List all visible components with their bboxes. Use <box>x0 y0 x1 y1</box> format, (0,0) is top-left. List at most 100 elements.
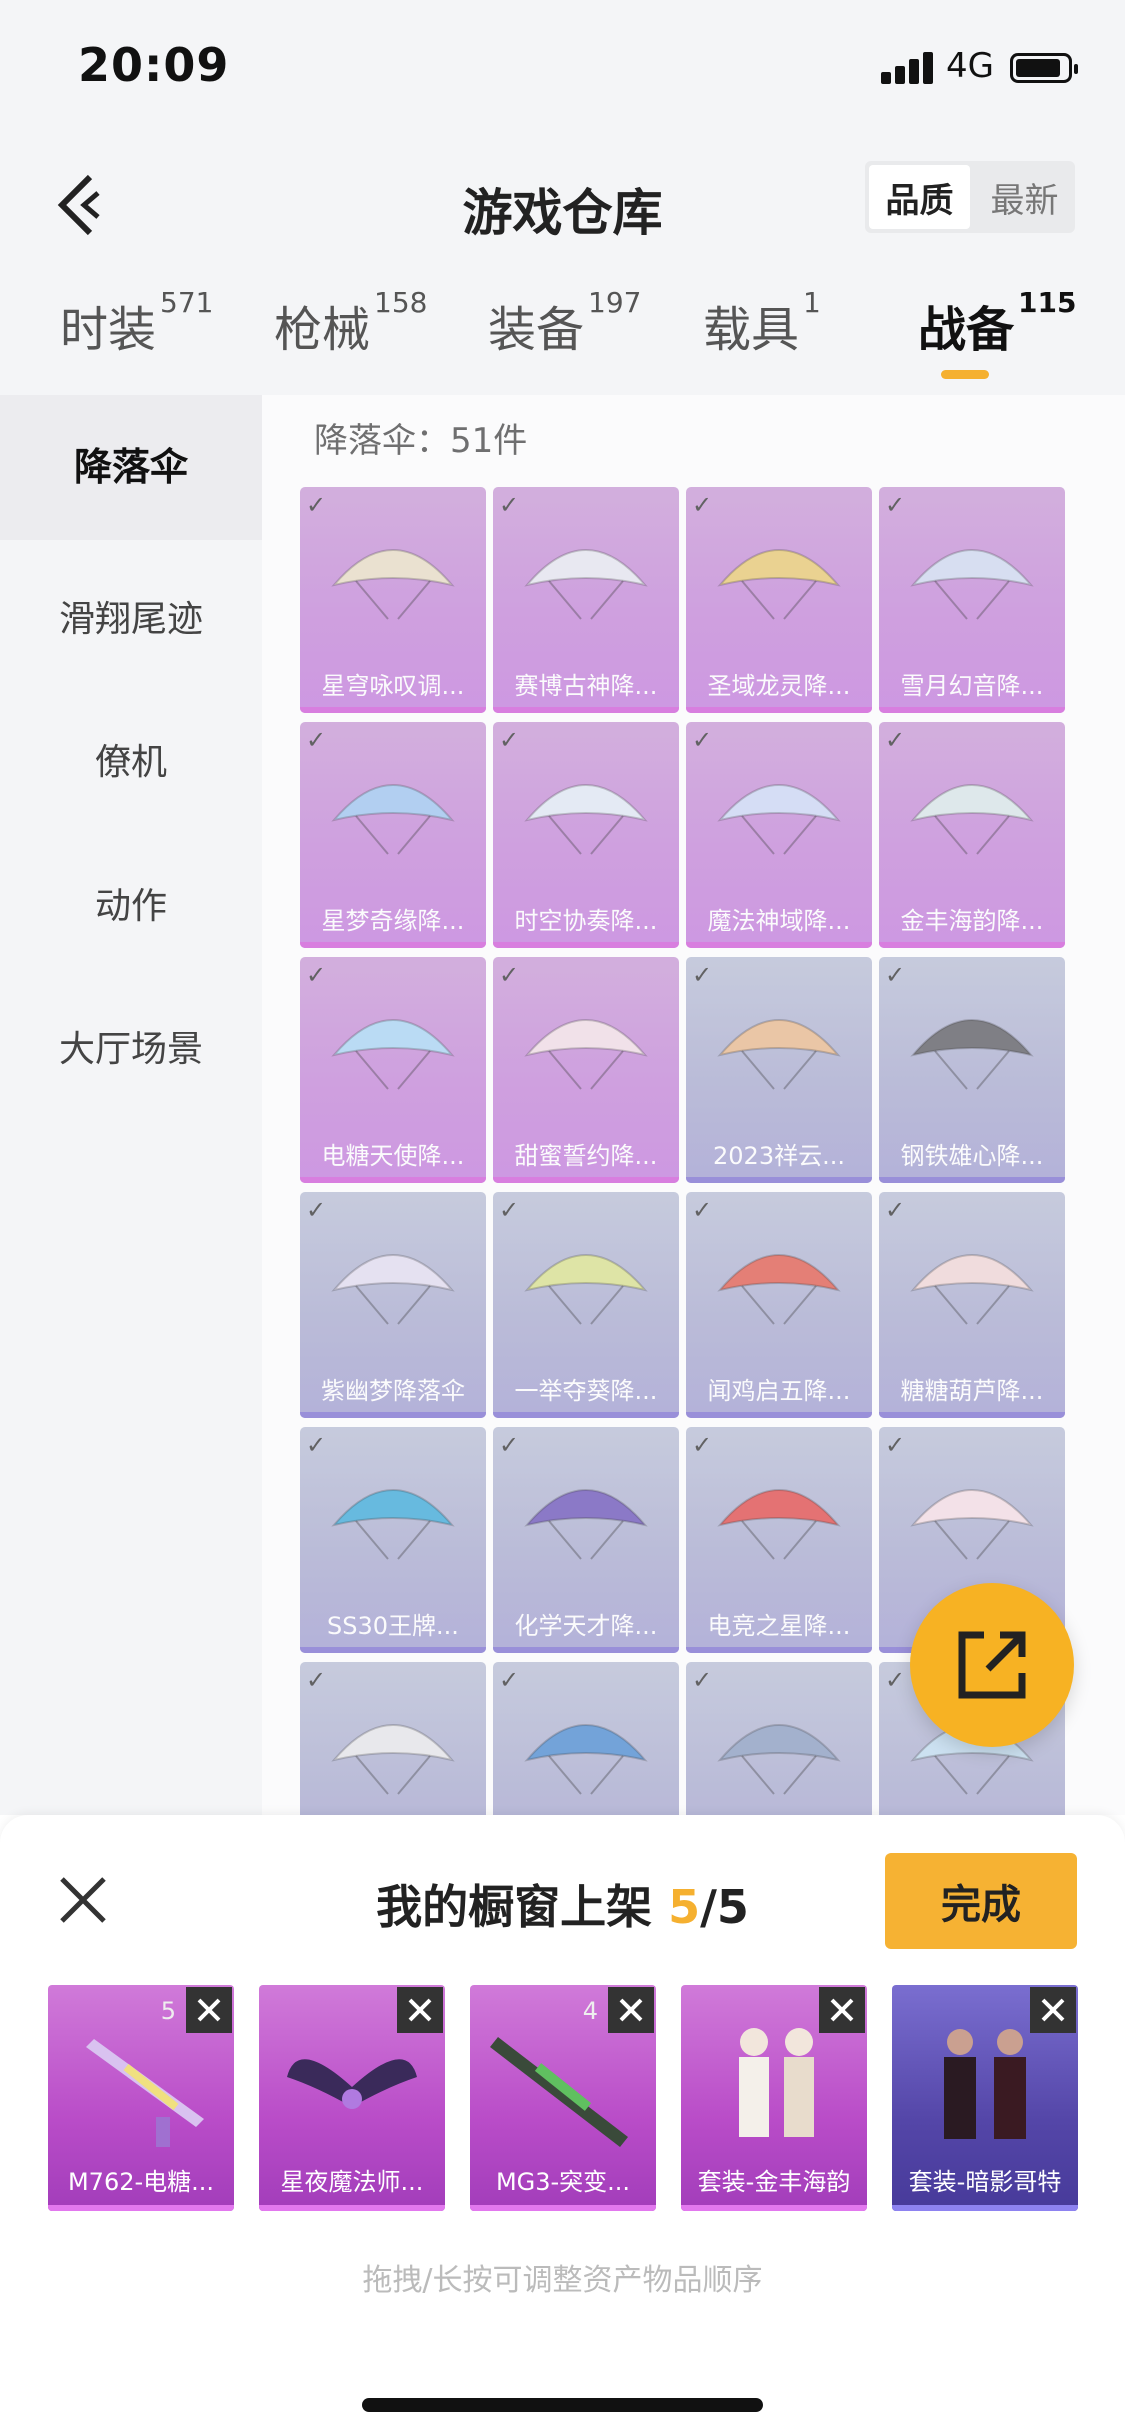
tier-bar <box>470 2205 656 2211</box>
parachute-icon <box>717 549 841 620</box>
remove-x-icon <box>830 1998 854 2022</box>
tab-fashion[interactable]: 时装 571 <box>60 286 213 360</box>
tier-bar <box>879 942 1065 948</box>
parachute-tile[interactable]: ✓ 化学天才降... <box>493 1427 679 1653</box>
check-icon[interactable]: ✓ <box>306 726 326 754</box>
tier-bar <box>879 1412 1065 1418</box>
remove-item-button[interactable] <box>397 1987 443 2033</box>
parachute-tile[interactable]: ✓ 2023祥云... <box>686 957 872 1183</box>
parachute-tile[interactable]: ✓ 闻鸡启五降... <box>686 1192 872 1418</box>
tier-bar <box>681 2205 867 2211</box>
share-button[interactable] <box>910 1583 1074 1747</box>
sidebar-item-emote[interactable]: 动作 <box>0 877 262 929</box>
tier-bar <box>259 2205 445 2211</box>
tier-bar <box>48 2205 234 2211</box>
parachute-tile[interactable]: ✓ 雪月幻音降... <box>879 487 1065 713</box>
check-icon[interactable]: ✓ <box>499 726 519 754</box>
parachute-name: 紫幽梦降落伞 <box>321 1377 465 1405</box>
check-icon[interactable]: ✓ <box>692 961 712 989</box>
parachute-tile[interactable]: ✓ 金丰海韵降... <box>879 722 1065 948</box>
check-icon[interactable]: ✓ <box>885 1666 905 1694</box>
shelf-item[interactable]: 套装-暗影哥特 <box>892 1985 1078 2211</box>
check-icon[interactable]: ✓ <box>885 726 905 754</box>
parachute-tile[interactable]: ✓ 电竞之星降... <box>686 1427 872 1653</box>
check-icon[interactable]: ✓ <box>499 1431 519 1459</box>
parachute-tile[interactable]: ✓ 赛博古神降... <box>493 487 679 713</box>
parachute-tile[interactable]: ✓ 甜蜜誓约降... <box>493 957 679 1183</box>
shelf-item[interactable]: 星夜魔法师... <box>259 1985 445 2211</box>
parachute-tile[interactable]: ✓ 魔法神域降... <box>686 722 872 948</box>
done-button[interactable]: 完成 <box>885 1853 1077 1949</box>
check-icon[interactable]: ✓ <box>499 961 519 989</box>
shelf-item-label: 星夜魔法师... <box>280 2168 424 2196</box>
check-icon[interactable]: ✓ <box>692 1666 712 1694</box>
sort-by-quality[interactable]: 品质 <box>869 165 970 229</box>
check-icon[interactable]: ✓ <box>885 961 905 989</box>
remove-item-button[interactable] <box>819 1987 865 2033</box>
shelf-item-label: M762-电糖... <box>67 2168 215 2196</box>
parachute-tile[interactable]: ✓ 电糖天使降... <box>300 957 486 1183</box>
sidebar-item-lobby-scene[interactable]: 大厅场景 <box>0 1020 262 1072</box>
remove-item-button[interactable] <box>608 1987 654 2033</box>
signal-strength-icon <box>881 50 935 84</box>
parachute-name: 金丰海韵降... <box>900 907 1044 935</box>
tier-bar <box>300 942 486 948</box>
sidebar-item-parachute[interactable]: 降落伞 <box>0 395 262 540</box>
check-icon[interactable]: ✓ <box>692 726 712 754</box>
tab-vehicles[interactable]: 载具 1 <box>703 286 821 360</box>
check-icon[interactable]: ✓ <box>885 1431 905 1459</box>
parachute-tile[interactable]: ✓ 钢铁雄心降... <box>879 957 1065 1183</box>
parachute-tile[interactable]: ✓ <box>493 1662 679 1815</box>
tab-guns[interactable]: 枪械 158 <box>274 286 427 360</box>
tab-count: 1 <box>803 286 821 319</box>
battery-icon <box>1010 53 1078 83</box>
parachute-tile[interactable]: ✓ <box>300 1662 486 1815</box>
check-icon[interactable]: ✓ <box>306 1431 326 1459</box>
check-icon[interactable]: ✓ <box>306 491 326 519</box>
sidebar-item-wingman[interactable]: 僚机 <box>0 733 262 785</box>
tier-bar <box>879 1177 1065 1183</box>
tab-count: 115 <box>1018 286 1077 319</box>
sort-by-newest[interactable]: 最新 <box>974 161 1075 233</box>
shelf-item[interactable]: 4 MG3-突变... <box>470 1985 656 2211</box>
parachute-tile[interactable]: ✓ 时空协奏降... <box>493 722 679 948</box>
check-icon[interactable]: ✓ <box>306 961 326 989</box>
remove-item-button[interactable] <box>186 1987 232 2033</box>
parachute-tile[interactable]: ✓ 圣域龙灵降... <box>686 487 872 713</box>
check-icon[interactable]: ✓ <box>692 1431 712 1459</box>
parachute-tile[interactable]: ✓ 紫幽梦降落伞 <box>300 1192 486 1418</box>
shelf-item[interactable]: 5 M762-电糖... <box>48 1985 234 2211</box>
tab-combat-gear[interactable]: 战备 115 <box>918 286 1076 360</box>
check-icon[interactable]: ✓ <box>306 1196 326 1224</box>
check-icon[interactable]: ✓ <box>306 1666 326 1694</box>
tier-bar <box>686 707 872 713</box>
parachute-tile[interactable]: ✓ 星梦奇缘降... <box>300 722 486 948</box>
check-icon[interactable]: ✓ <box>499 1196 519 1224</box>
parachute-tile[interactable]: ✓ 糖糖葫芦降... <box>879 1192 1065 1418</box>
tier-bar <box>686 1177 872 1183</box>
parachute-icon <box>910 1019 1034 1090</box>
remove-item-button[interactable] <box>1030 1987 1076 2033</box>
parachute-tile[interactable]: ✓ 星穹咏叹调... <box>300 487 486 713</box>
tab-equipment[interactable]: 装备 197 <box>488 286 641 360</box>
check-icon[interactable]: ✓ <box>499 1666 519 1694</box>
check-icon[interactable]: ✓ <box>692 491 712 519</box>
parachute-tile[interactable]: ✓ 一举夺葵降... <box>493 1192 679 1418</box>
shelf-total-count: /5 <box>700 1880 749 1934</box>
parachute-tile[interactable]: ✓ SS30王牌... <box>300 1427 486 1653</box>
parachute-tile[interactable]: ✓ <box>686 1662 872 1815</box>
parachute-name: 2023祥云... <box>713 1142 845 1170</box>
parachute-icon <box>717 784 841 855</box>
tier-bar <box>493 707 679 713</box>
shelf-item[interactable]: 套装-金丰海韵 <box>681 1985 867 2211</box>
parachute-icon <box>910 1254 1034 1325</box>
check-icon[interactable]: ✓ <box>885 491 905 519</box>
parachute-name: 星梦奇缘降... <box>321 907 465 935</box>
parachute-name: 一举夺葵降... <box>514 1377 658 1405</box>
check-icon[interactable]: ✓ <box>885 1196 905 1224</box>
check-icon[interactable]: ✓ <box>692 1196 712 1224</box>
tab-label: 时装 <box>60 302 157 358</box>
check-icon[interactable]: ✓ <box>499 491 519 519</box>
sidebar-item-glide-trail[interactable]: 滑翔尾迹 <box>0 590 262 642</box>
remove-x-icon <box>1041 1998 1065 2022</box>
